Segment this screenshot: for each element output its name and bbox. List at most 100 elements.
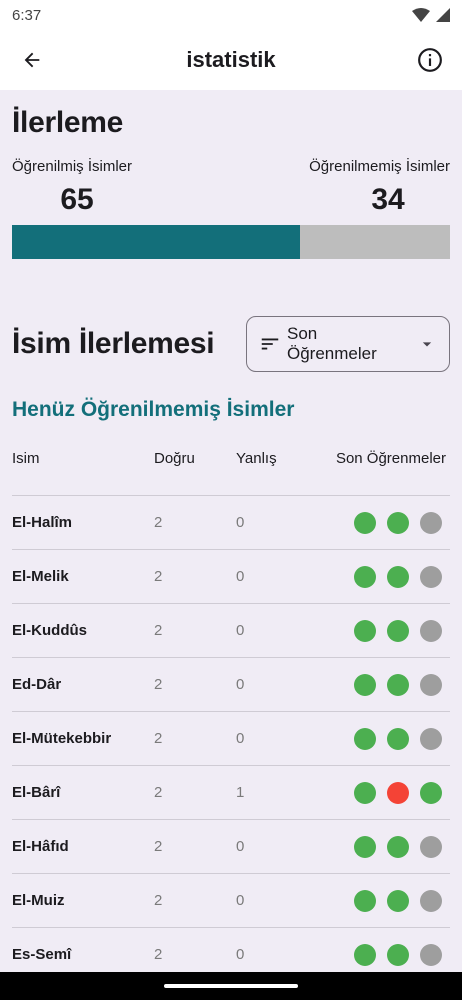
status-bar: 6:37 xyxy=(0,0,462,30)
row-wrong-count: 0 xyxy=(236,568,245,585)
recent-results xyxy=(318,943,450,966)
table-row: El-Mütekebbir 2 0 xyxy=(12,712,450,766)
row-correct-count: 2 xyxy=(154,892,163,909)
column-header-correct: Doğru xyxy=(154,450,195,467)
row-wrong-count: 0 xyxy=(236,838,245,855)
row-name: El-Kuddûs xyxy=(12,622,87,639)
page-title: istatistik xyxy=(186,47,276,72)
back-button[interactable] xyxy=(14,42,50,78)
table-row: El-Bârî 2 1 xyxy=(12,766,450,820)
info-icon xyxy=(418,48,442,72)
result-dot-correct xyxy=(387,619,409,642)
table-body: El-Halîm 2 0 El-Melik 2 0 El-Kuddûs 2 0 Ed-Dâr 2 0 E… xyxy=(12,496,450,972)
info-button[interactable] xyxy=(412,42,448,78)
result-dot-correct xyxy=(354,781,376,804)
progress-title: İlerleme xyxy=(12,106,124,139)
sort-label: Son Öğrenmeler xyxy=(287,324,377,363)
result-dot-wrong xyxy=(387,781,409,804)
row-correct-count: 2 xyxy=(154,946,163,963)
recent-results xyxy=(318,727,450,750)
content: İlerleme Öğrenilmiş İsimler Öğrenilmemiş… xyxy=(0,90,462,972)
row-correct-count: 2 xyxy=(154,514,163,531)
recent-results xyxy=(318,781,450,804)
dropdown-arrow-icon xyxy=(422,342,432,347)
result-dot-none xyxy=(420,943,442,966)
recent-results xyxy=(318,835,450,858)
row-wrong-count: 0 xyxy=(236,676,245,693)
row-wrong-count: 0 xyxy=(236,730,245,747)
row-name: Es-Semî xyxy=(12,946,72,963)
result-dot-none xyxy=(420,619,442,642)
progress-counts: 65 34 xyxy=(12,183,450,217)
result-dot-correct xyxy=(387,511,409,534)
row-correct-count: 2 xyxy=(154,838,163,855)
row-correct-count: 2 xyxy=(154,784,163,801)
result-dot-correct xyxy=(387,889,409,912)
result-dot-none xyxy=(420,511,442,534)
sort-icon xyxy=(261,338,279,350)
row-name: El-Halîm xyxy=(12,514,73,531)
result-dot-correct xyxy=(387,943,409,966)
result-dot-correct xyxy=(387,727,409,750)
result-dot-correct xyxy=(354,889,376,912)
result-dot-correct xyxy=(387,835,409,858)
row-name: El-Bârî xyxy=(12,784,61,801)
progress-fill xyxy=(12,225,300,259)
result-dot-correct xyxy=(354,511,376,534)
recent-results xyxy=(318,619,450,642)
learned-count: 65 xyxy=(60,183,94,216)
recent-results xyxy=(318,889,450,912)
progress-labels: Öğrenilmiş İsimler Öğrenilmemiş İsimler xyxy=(12,158,450,175)
row-name: El-Mütekebbir xyxy=(12,730,112,747)
table-row: El-Muiz 2 0 xyxy=(12,874,450,928)
row-name: El-Muiz xyxy=(12,892,65,909)
result-dot-none xyxy=(420,889,442,912)
table-header: Isim Doğru Yanlış Son Öğrenmeler xyxy=(12,422,450,496)
name-progress-title: İsim İlerlemesi xyxy=(12,327,215,360)
result-dot-none xyxy=(420,673,442,696)
table-row: Es-Semî 2 0 xyxy=(12,928,450,972)
sort-dropdown[interactable]: Son Öğrenmeler xyxy=(246,316,450,372)
row-name: El-Melik xyxy=(12,568,69,585)
row-name: Ed-Dâr xyxy=(12,676,62,693)
column-header-recent: Son Öğrenmeler xyxy=(335,450,446,467)
result-dot-correct xyxy=(354,673,376,696)
progress-bar xyxy=(12,225,450,259)
navigation-bar xyxy=(0,972,462,1000)
status-icons xyxy=(412,8,450,22)
home-handle[interactable] xyxy=(164,984,298,988)
column-header-wrong: Yanlış xyxy=(236,450,277,467)
result-dot-correct xyxy=(354,565,376,588)
result-dot-correct xyxy=(354,619,376,642)
learned-label: Öğrenilmiş İsimler xyxy=(12,158,133,175)
recent-results xyxy=(318,565,450,588)
status-time: 6:37 xyxy=(12,6,42,24)
result-dot-correct xyxy=(354,835,376,858)
unlearned-count: 34 xyxy=(371,183,405,216)
app-bar: istatistik xyxy=(0,30,462,90)
row-wrong-count: 1 xyxy=(236,784,245,801)
result-dot-correct xyxy=(387,673,409,696)
result-dot-correct xyxy=(354,943,376,966)
result-dot-correct xyxy=(420,781,442,804)
wifi-icon xyxy=(412,8,430,22)
column-header-name: Isim xyxy=(12,450,40,467)
row-wrong-count: 0 xyxy=(236,622,245,639)
recent-results xyxy=(318,673,450,696)
signal-icon xyxy=(436,8,450,22)
name-progress-header: İsim İlerlemesi Son Öğrenmeler xyxy=(12,316,450,372)
arrow-back-icon xyxy=(24,52,40,68)
result-dot-none xyxy=(420,727,442,750)
table-row: El-Halîm 2 0 xyxy=(12,496,450,550)
row-correct-count: 2 xyxy=(154,622,163,639)
row-wrong-count: 0 xyxy=(236,514,245,531)
row-name: El-Hâfıd xyxy=(12,838,69,855)
unlearned-label: Öğrenilmemiş İsimler xyxy=(309,158,450,175)
table-row: El-Kuddûs 2 0 xyxy=(12,604,450,658)
row-wrong-count: 0 xyxy=(236,946,245,963)
row-wrong-count: 0 xyxy=(236,892,245,909)
row-correct-count: 2 xyxy=(154,730,163,747)
row-correct-count: 2 xyxy=(154,676,163,693)
result-dot-none xyxy=(420,565,442,588)
table-row: El-Melik 2 0 xyxy=(12,550,450,604)
